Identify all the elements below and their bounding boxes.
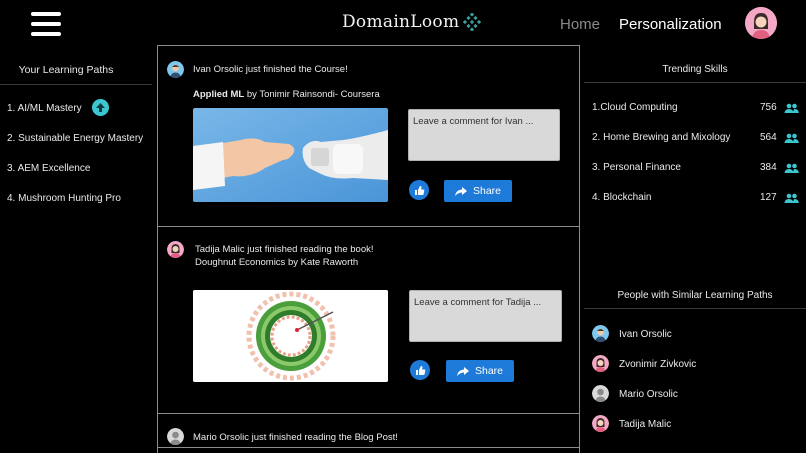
comment-input[interactable]: Leave a comment for Ivan ... — [408, 109, 560, 161]
course-image[interactable] — [193, 108, 388, 202]
post-text: Ivan Orsolic just finished the Course! — [193, 64, 348, 75]
avatar[interactable] — [592, 355, 609, 372]
share-label: Share — [472, 185, 502, 197]
like-button[interactable] — [409, 180, 429, 200]
avatar[interactable] — [167, 241, 184, 258]
post-text: Tadija Malic just finished reading the b… — [195, 243, 374, 269]
post-text-line: Tadija Malic just finished reading the b… — [195, 244, 374, 255]
divider — [0, 84, 152, 85]
learning-path-item[interactable]: 1. AI/ML Mastery — [7, 103, 82, 114]
avatar[interactable] — [592, 415, 609, 432]
person-name[interactable]: Mario Orsolic — [619, 389, 678, 400]
person-name[interactable]: Ivan Orsolic — [619, 329, 672, 340]
person-name[interactable]: Zvonimir Zivkovic — [619, 359, 696, 370]
book-title: Doughnut Economics by Kate Raworth — [195, 257, 359, 268]
share-label: Share — [474, 365, 504, 377]
comment-input[interactable]: Leave a comment for Tadija ... — [409, 290, 562, 342]
thumbs-up-icon — [415, 365, 425, 375]
skill-count: 756 — [760, 102, 777, 113]
learning-paths-title: Your Learning Paths — [18, 64, 114, 76]
share-button[interactable]: Share — [446, 360, 514, 382]
people-icon — [784, 163, 799, 173]
course-meta: by Tonimir Rainsondi- Coursera — [244, 89, 380, 100]
learning-path-item[interactable]: 3. AEM Excellence — [7, 163, 90, 174]
skill-item[interactable]: 3. Personal Finance — [592, 162, 681, 173]
divider — [157, 226, 580, 227]
divider — [584, 82, 806, 83]
skill-item[interactable]: 4. Blockchain — [592, 192, 651, 203]
learning-path-item[interactable]: 2. Sustainable Energy Mastery — [7, 133, 143, 144]
people-icon — [784, 193, 799, 203]
arrow-up-icon[interactable] — [92, 99, 109, 116]
nav-home-link[interactable]: Home — [560, 16, 600, 33]
logo-icon — [463, 13, 482, 31]
share-arrow-icon — [454, 186, 467, 196]
like-button[interactable] — [410, 360, 430, 380]
divider — [157, 447, 580, 448]
avatar[interactable] — [592, 325, 609, 342]
course-name: Applied ML — [193, 89, 245, 100]
divider — [157, 413, 580, 414]
divider — [584, 308, 806, 309]
nav-personalization-link[interactable]: Personalization — [619, 16, 722, 33]
person-name[interactable]: Tadija Malic — [619, 419, 671, 430]
avatar[interactable] — [592, 385, 609, 402]
people-icon — [784, 133, 799, 143]
logo[interactable]: DomainLoom — [342, 12, 482, 32]
skill-count: 127 — [760, 192, 777, 203]
share-arrow-icon — [456, 366, 469, 376]
book-image[interactable] — [193, 290, 388, 382]
skill-count: 564 — [760, 132, 777, 143]
logo-text: DomainLoom — [342, 12, 460, 32]
course-title[interactable]: Applied ML by Tonimir Rainsondi- Courser… — [193, 89, 380, 100]
thumbs-up-icon — [414, 185, 424, 195]
menu-icon[interactable] — [31, 12, 61, 36]
similar-people-title: People with Similar Learning Paths — [617, 290, 773, 301]
avatar[interactable] — [167, 428, 184, 445]
avatar[interactable] — [745, 7, 777, 39]
skill-item[interactable]: 1.Cloud Computing — [592, 102, 678, 113]
people-icon — [784, 103, 799, 113]
avatar[interactable] — [167, 61, 184, 78]
skill-count: 384 — [760, 162, 777, 173]
share-button[interactable]: Share — [444, 180, 512, 202]
post-text: Mario Orsolic just finished reading the … — [193, 432, 398, 443]
skill-item[interactable]: 2. Home Brewing and Mixology — [592, 132, 730, 143]
trending-skills-title: Trending Skills — [662, 64, 728, 75]
learning-path-item[interactable]: 4. Mushroom Hunting Pro — [7, 193, 121, 204]
